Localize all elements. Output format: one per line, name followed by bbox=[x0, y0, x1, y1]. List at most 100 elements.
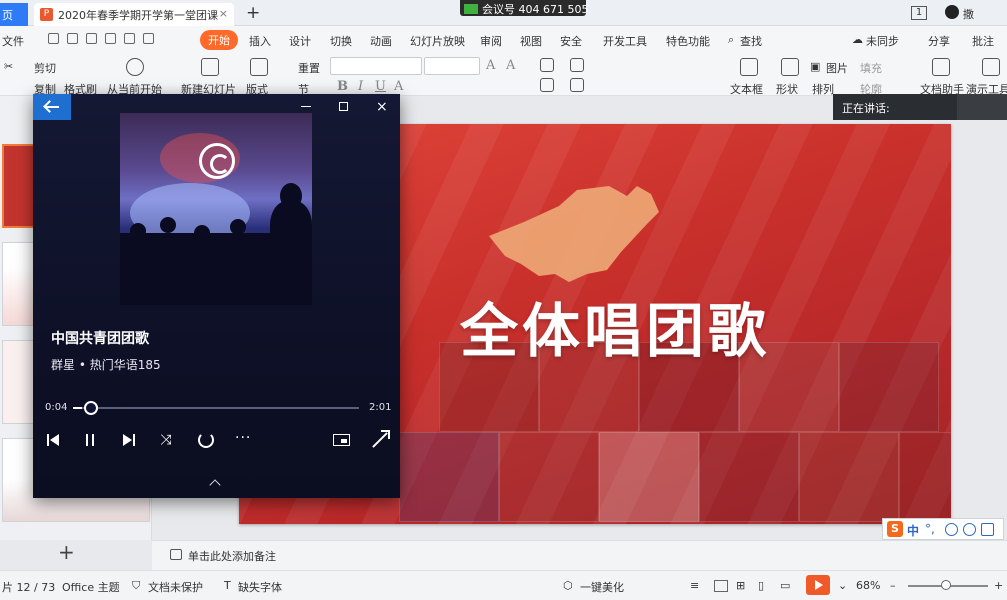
new-slide-icon[interactable] bbox=[201, 58, 219, 76]
window-count-badge[interactable]: 1 bbox=[911, 6, 927, 20]
zoom-level[interactable]: 68% bbox=[856, 579, 880, 592]
share-button[interactable]: 分享 bbox=[928, 33, 950, 49]
fullscreen-icon[interactable] bbox=[371, 430, 390, 448]
tab-animation[interactable]: 动画 bbox=[370, 33, 392, 49]
title-bar: 页 P 2020年春季学期开学第一堂团课 × + 会议号 404 671 505… bbox=[0, 0, 1007, 26]
close-icon[interactable]: × bbox=[376, 100, 388, 114]
tab-review[interactable]: 审阅 bbox=[480, 33, 502, 49]
align-center-icon[interactable] bbox=[570, 78, 584, 92]
italic-icon[interactable]: I bbox=[358, 79, 363, 94]
shuffle-icon[interactable]: ⤨ bbox=[157, 432, 175, 448]
notes-bar[interactable]: 单击此处添加备注 bbox=[152, 540, 1007, 570]
tab-insert[interactable]: 插入 bbox=[249, 33, 271, 49]
song-artist-album[interactable]: 群星 • 热门华语185 bbox=[51, 356, 161, 373]
tab-developer[interactable]: 开发工具 bbox=[603, 33, 647, 49]
back-arrow-icon[interactable] bbox=[33, 94, 71, 120]
meeting-indicator[interactable]: 会议号 404 671 505 bbox=[460, 0, 588, 16]
mini-player-icon[interactable] bbox=[333, 434, 350, 446]
print-preview-icon[interactable] bbox=[105, 33, 116, 44]
scissors-icon[interactable]: ✂ bbox=[4, 60, 13, 73]
sync-status[interactable]: 未同步 bbox=[866, 33, 899, 49]
bold-icon[interactable]: B bbox=[337, 79, 348, 94]
ime-language[interactable]: 中 bbox=[907, 522, 919, 539]
underline-icon[interactable]: U bbox=[375, 79, 386, 94]
undo-icon[interactable] bbox=[124, 33, 135, 44]
tab-home[interactable]: 页 bbox=[0, 3, 28, 26]
beautify-button[interactable]: 一键美化 bbox=[580, 579, 624, 595]
reading-view-icon[interactable]: ▯ bbox=[758, 579, 764, 592]
new-tab-button[interactable]: + bbox=[246, 3, 260, 23]
doc-protection-status[interactable]: 文档未保护 bbox=[148, 579, 203, 595]
tab-slideshow[interactable]: 幻灯片放映 bbox=[410, 33, 465, 49]
text-box-icon[interactable] bbox=[740, 58, 758, 76]
chevron-up-icon[interactable] bbox=[209, 479, 221, 491]
zoom-in-icon[interactable]: + bbox=[994, 579, 1003, 592]
layout-icon[interactable] bbox=[250, 58, 268, 76]
font-size-field[interactable] bbox=[424, 57, 480, 75]
numbered-list-icon[interactable] bbox=[570, 58, 584, 72]
maximize-icon[interactable] bbox=[339, 102, 348, 111]
arrange-button[interactable]: 排列 bbox=[812, 81, 834, 97]
ime-punctuation[interactable]: °, bbox=[925, 522, 935, 536]
normal-view-icon[interactable] bbox=[714, 580, 728, 592]
close-tab-icon[interactable]: × bbox=[219, 7, 228, 20]
bullet-list-icon[interactable] bbox=[540, 58, 554, 72]
menu-file[interactable]: 文件 bbox=[2, 33, 24, 49]
reset-button[interactable]: 重置 bbox=[298, 60, 320, 76]
redo-icon[interactable] bbox=[143, 33, 154, 44]
grow-font-icon[interactable]: A bbox=[486, 58, 495, 73]
notes-toggle-icon[interactable]: ≡ bbox=[690, 579, 699, 592]
slide-sorter-icon[interactable]: ⊞ bbox=[736, 579, 745, 592]
zoom-slider-handle[interactable] bbox=[941, 580, 951, 590]
emoji-icon[interactable] bbox=[945, 523, 958, 536]
music-logo-icon bbox=[199, 143, 235, 179]
voice-icon[interactable] bbox=[963, 523, 976, 536]
fill-button[interactable]: 填充 bbox=[860, 60, 882, 76]
tab-view[interactable]: 视图 bbox=[520, 33, 542, 49]
cut-button[interactable]: 剪切 bbox=[34, 60, 56, 76]
save-icon[interactable] bbox=[48, 33, 59, 44]
pause-icon[interactable] bbox=[81, 432, 99, 448]
shapes-icon[interactable] bbox=[781, 58, 799, 76]
sogou-logo-icon[interactable]: S bbox=[887, 521, 903, 537]
export-pdf-icon[interactable] bbox=[67, 33, 78, 44]
tab-special[interactable]: 特色功能 bbox=[666, 33, 710, 49]
comment-button[interactable]: 批注 bbox=[972, 33, 994, 49]
align-left-icon[interactable] bbox=[540, 78, 554, 92]
keyboard-icon[interactable] bbox=[981, 523, 994, 536]
more-options-icon[interactable]: ··· bbox=[235, 431, 253, 448]
play-icon[interactable] bbox=[126, 58, 144, 76]
minimize-icon[interactable] bbox=[301, 106, 311, 107]
font-name-field[interactable] bbox=[330, 57, 422, 75]
next-track-icon[interactable] bbox=[119, 432, 137, 448]
search-button[interactable]: 查找 bbox=[740, 33, 762, 49]
repeat-icon[interactable] bbox=[198, 432, 214, 448]
shapes-button[interactable]: 形状 bbox=[776, 81, 798, 97]
missing-font-button[interactable]: 缺失字体 bbox=[238, 579, 282, 595]
chevron-down-icon[interactable]: ⌄ bbox=[838, 579, 847, 592]
add-slide-button[interactable]: + bbox=[58, 540, 75, 564]
tab-start[interactable]: 开始 bbox=[200, 30, 238, 50]
text-box-button[interactable]: 文本框 bbox=[730, 81, 763, 97]
slideshow-play-button[interactable] bbox=[806, 575, 830, 595]
font-color-icon[interactable]: A bbox=[394, 79, 403, 94]
speaker-tools-icon[interactable] bbox=[982, 58, 1000, 76]
picture-button[interactable]: 图片 bbox=[826, 60, 848, 76]
search-icon[interactable]: ⌕ bbox=[728, 33, 734, 47]
tab-design[interactable]: 设计 bbox=[289, 33, 311, 49]
zoom-out-icon[interactable]: – bbox=[890, 579, 896, 592]
seek-bar[interactable] bbox=[73, 407, 359, 409]
presenter-view-icon[interactable]: ▭ bbox=[780, 579, 790, 592]
shrink-font-icon[interactable]: A bbox=[506, 58, 515, 73]
avatar[interactable] bbox=[945, 5, 959, 19]
doc-helper-icon[interactable] bbox=[932, 58, 950, 76]
status-bar: 片 12 / 73 Office 主题 ⛉ 文档未保护 T 缺失字体 ⬡ 一键美… bbox=[0, 570, 1007, 600]
seek-bar-handle[interactable] bbox=[84, 401, 98, 415]
previous-track-icon[interactable] bbox=[45, 432, 63, 448]
tab-document[interactable]: P 2020年春季学期开学第一堂团课 × bbox=[34, 3, 234, 26]
tab-transition[interactable]: 切换 bbox=[330, 33, 352, 49]
print-icon[interactable] bbox=[86, 33, 97, 44]
tab-security[interactable]: 安全 bbox=[560, 33, 582, 49]
notes-placeholder[interactable]: 单击此处添加备注 bbox=[188, 548, 276, 564]
user-name[interactable]: 撒 bbox=[963, 6, 1003, 22]
